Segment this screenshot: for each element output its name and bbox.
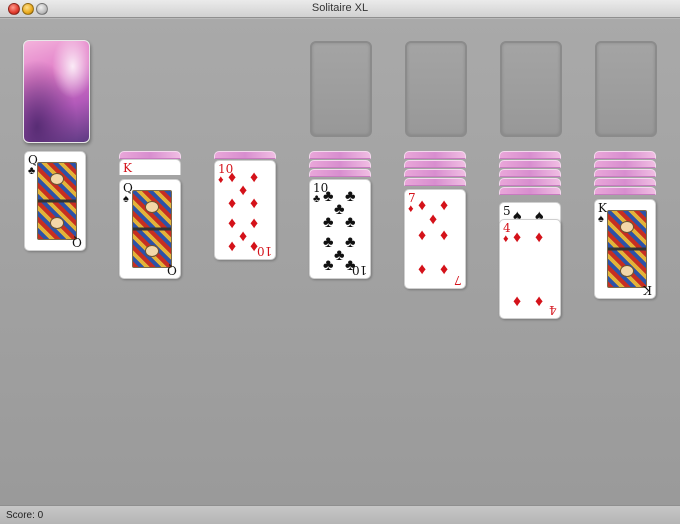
diamond-pip-icon: ♦ xyxy=(418,261,427,278)
card-rank-bottom: 10 xyxy=(256,244,272,258)
diamond-icon: ♦ xyxy=(503,233,509,245)
club-icon: ♣ xyxy=(313,193,321,205)
diamond-pip-icon: ♦ xyxy=(228,215,237,232)
foundation-3[interactable] xyxy=(500,41,562,137)
diamond-pip-icon: ♦ xyxy=(228,195,237,212)
card-back-strip xyxy=(309,151,371,159)
card-back-strip xyxy=(404,160,466,168)
status-bar: Score: 0 xyxy=(0,505,680,524)
card-ten-clubs[interactable]: 10 ♣ ♣ ♣ ♣ ♣ ♣ ♣ ♣ ♣ ♣ ♣ 10 xyxy=(309,179,371,279)
foundation-1[interactable] xyxy=(310,41,372,137)
diamond-pip-icon: ♦ xyxy=(228,238,237,255)
title-bar: Solitaire XL xyxy=(0,0,680,18)
face-icon xyxy=(145,245,159,257)
face-icon xyxy=(620,265,634,277)
card-queen-clubs[interactable]: Q ♣ Q xyxy=(24,151,86,251)
diamond-pip-icon: ♦ xyxy=(535,293,544,310)
club-pip-icon: ♣ xyxy=(323,214,334,231)
diamond-pip-icon: ♦ xyxy=(250,195,259,212)
card-rank-bottom: Q xyxy=(72,235,82,249)
diamond-pip-icon: ♦ xyxy=(228,169,237,186)
diamond-pip-icon: ♦ xyxy=(418,197,427,214)
spade-icon: ♠ xyxy=(598,213,604,225)
queen-court-art xyxy=(37,162,77,240)
card-ten-diamonds[interactable]: 10 ♦ ♦ ♦ ♦ ♦ ♦ ♦ ♦ ♦ ♦ ♦ 10 xyxy=(214,160,276,260)
diamond-icon: ♦ xyxy=(218,174,224,186)
face-icon xyxy=(145,201,159,213)
card-back-strip xyxy=(309,160,371,168)
club-pip-icon: ♣ xyxy=(345,188,356,205)
queen-court-art xyxy=(132,190,172,268)
foundation-4[interactable] xyxy=(595,41,657,137)
diamond-pip-icon: ♦ xyxy=(440,227,449,244)
card-rank-bottom: K xyxy=(643,283,652,297)
card-queen-spades[interactable]: Q ♠ Q xyxy=(119,179,181,279)
card-rank-bottom: 10 xyxy=(351,263,367,277)
card-rank-bottom: 4 xyxy=(549,303,557,317)
diamond-pip-icon: ♦ xyxy=(239,228,248,245)
diamond-pip-icon: ♦ xyxy=(429,211,438,228)
card-back-strip xyxy=(499,151,561,159)
club-pip-icon: ♣ xyxy=(323,257,334,274)
card-back-strip xyxy=(594,178,656,186)
diamond-pip-icon: ♦ xyxy=(535,229,544,246)
card-king-spades[interactable]: K ♠ K xyxy=(594,199,656,299)
card-back-strip xyxy=(499,178,561,186)
card-back-strip xyxy=(404,151,466,159)
club-pip-icon: ♣ xyxy=(334,201,345,218)
king-court-art xyxy=(607,210,647,288)
card-four-diamonds[interactable]: 4 ♦ ♦ ♦ ♦ ♦ 4 xyxy=(499,219,561,319)
club-pip-icon: ♣ xyxy=(323,234,334,251)
club-pip-icon: ♣ xyxy=(345,214,356,231)
card-back-strip xyxy=(119,151,181,159)
score-label: Score: 0 xyxy=(6,510,44,521)
game-table: Q ♣ Q K Q ♠ Q 10 ♦ ♦ ♦ ♦ ♦ ♦ ♦ ♦ ♦ ♦ ♦ 1… xyxy=(0,19,680,505)
spade-icon: ♠ xyxy=(123,193,129,205)
club-pip-icon: ♣ xyxy=(345,234,356,251)
card-back-strip xyxy=(404,169,466,177)
diamond-pip-icon: ♦ xyxy=(250,169,259,186)
card-back-strip xyxy=(594,169,656,177)
card-back-strip xyxy=(404,178,466,186)
card-back-strip xyxy=(594,160,656,168)
diamond-pip-icon: ♦ xyxy=(513,229,522,246)
card-rank: K xyxy=(123,161,132,175)
diamond-pip-icon: ♦ xyxy=(239,182,248,199)
card-seven-diamonds[interactable]: 7 ♦ ♦ ♦ ♦ ♦ ♦ ♦ ♦ 7 xyxy=(404,189,466,289)
club-icon: ♣ xyxy=(28,165,36,177)
stock-pile[interactable] xyxy=(23,40,90,143)
diamond-pip-icon: ♦ xyxy=(513,293,522,310)
window-title: Solitaire XL xyxy=(311,2,369,14)
diamond-pip-icon: ♦ xyxy=(418,227,427,244)
card-rank: 5 xyxy=(503,204,511,218)
card-back-strip xyxy=(499,187,561,195)
diamond-pip-icon: ♦ xyxy=(440,261,449,278)
card-rank-bottom: 7 xyxy=(454,273,462,287)
foundation-2[interactable] xyxy=(405,41,467,137)
card-back-strip xyxy=(214,151,276,159)
card-back-strip xyxy=(499,169,561,177)
card-back-strip xyxy=(594,187,656,195)
card-rank-bottom: Q xyxy=(167,263,177,277)
card-back-strip xyxy=(594,151,656,159)
club-pip-icon: ♣ xyxy=(334,247,345,264)
diamond-pip-icon: ♦ xyxy=(440,197,449,214)
diamond-pip-icon: ♦ xyxy=(250,215,259,232)
card-back-strip xyxy=(499,160,561,168)
face-icon xyxy=(50,173,64,185)
card-back-strip xyxy=(309,169,371,177)
face-icon xyxy=(50,217,64,229)
diamond-icon: ♦ xyxy=(408,203,414,215)
club-pip-icon: ♣ xyxy=(323,188,334,205)
face-icon xyxy=(620,221,634,233)
card-king-hearts-partial[interactable]: K xyxy=(119,159,181,175)
